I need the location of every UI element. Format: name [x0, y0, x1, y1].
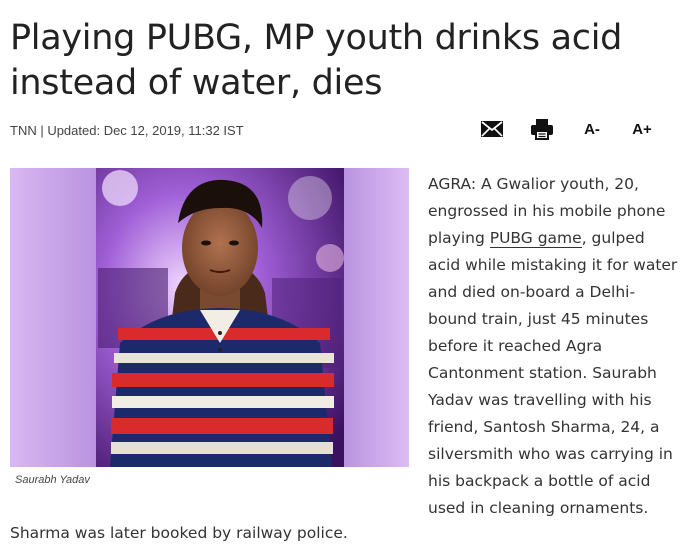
- mail-button[interactable]: [467, 116, 517, 142]
- portrait-photo: [10, 168, 409, 467]
- increase-font-button[interactable]: A+: [617, 116, 667, 142]
- article-headline: Playing PUBG, MP youth drinks acid inste…: [10, 18, 623, 103]
- print-icon: [531, 119, 553, 140]
- photo-caption: Saurabh Yadav: [15, 474, 90, 486]
- article-paragraph: Sharma was later booked by railway polic…: [10, 524, 348, 542]
- article-body: AGRA: A Gwalior youth, 20, engrossed in …: [428, 171, 680, 522]
- body-text-after-link: , gulped acid while mistaking it for wat…: [428, 229, 678, 517]
- article-tools: A- A+: [467, 116, 667, 142]
- pubg-game-link[interactable]: PUBG game: [489, 229, 582, 248]
- print-button[interactable]: [517, 116, 567, 142]
- article-photo: [10, 168, 409, 467]
- decrease-font-button[interactable]: A-: [567, 116, 617, 142]
- article-meta: TNN | Updated: Dec 12, 2019, 11:32 IST: [10, 123, 244, 138]
- mail-icon: [481, 121, 503, 137]
